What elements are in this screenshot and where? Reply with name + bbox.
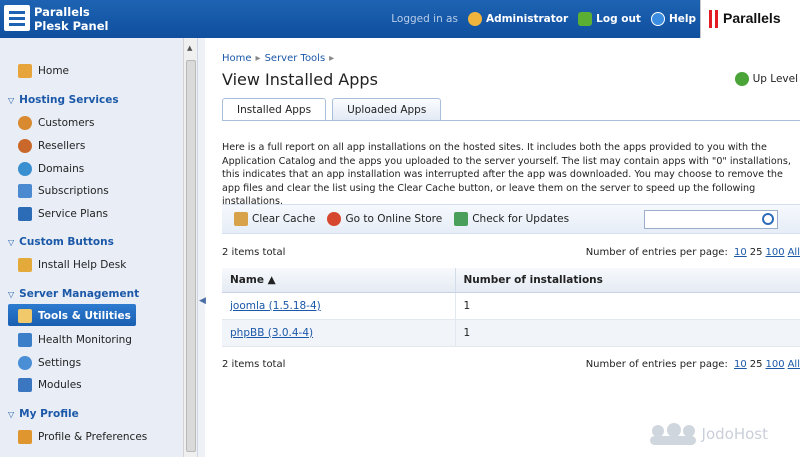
items-total: 2 items total: [222, 247, 286, 258]
help-icon: [650, 12, 665, 26]
collapse-arrow-icon: ▽: [8, 409, 15, 419]
clear-cache-button[interactable]: Clear Cache: [234, 212, 315, 226]
updates-icon: [454, 212, 469, 226]
sidebar-item-settings[interactable]: Settings: [18, 356, 81, 370]
items-total: 2 items total: [222, 359, 286, 370]
breadcrumb: Home ▸ Server Tools ▸: [222, 53, 335, 64]
sidebar-item-domains[interactable]: Domains: [18, 162, 84, 176]
collapse-arrow-icon: ▽: [8, 237, 15, 247]
sidebar-item-modules[interactable]: Modules: [18, 378, 82, 392]
sidebar-item-tools-utilities[interactable]: Tools & Utilities: [18, 309, 131, 323]
broom-icon: [234, 212, 248, 226]
sidebar-item-health-monitoring[interactable]: Health Monitoring: [18, 333, 132, 347]
page-title: View Installed Apps: [222, 70, 378, 89]
domains-icon: [18, 162, 32, 176]
per-page-100[interactable]: 100: [766, 359, 785, 370]
installations-count: 1: [455, 292, 800, 320]
per-page-10[interactable]: 10: [734, 247, 747, 258]
top-header: Parallels Plesk Panel Logged in as Admin…: [0, 0, 800, 38]
help-desk-icon: [18, 258, 32, 272]
sidebar-section-custom-buttons[interactable]: ▽ Custom Buttons: [8, 236, 114, 248]
per-page-100[interactable]: 100: [766, 247, 785, 258]
home-icon: [18, 64, 32, 78]
user-link[interactable]: Administrator: [467, 12, 568, 26]
app-link-joomla[interactable]: joomla (1.5.18-4): [230, 300, 321, 312]
app-link-phpbb[interactable]: phpBB (3.0.4-4): [230, 327, 313, 339]
modules-icon: [18, 378, 32, 392]
up-level-arrow-icon: [734, 72, 749, 86]
store-icon: [327, 212, 342, 226]
column-header-name[interactable]: Name ▲: [222, 268, 456, 293]
search-input[interactable]: [645, 211, 757, 228]
sidebar-item-home[interactable]: Home: [18, 64, 69, 78]
main-content: Home ▸ Server Tools ▸ View Installed Apps U…: [205, 38, 800, 457]
check-updates-button[interactable]: Check for Updates: [454, 212, 569, 226]
sidebar-scrollbar[interactable]: ▲: [183, 38, 197, 457]
user-icon: [467, 12, 482, 26]
toolbar: Clear Cache Go to Online Store Check for…: [222, 204, 800, 234]
per-page-25: 25: [749, 359, 763, 370]
scroll-up-arrow-icon[interactable]: ▲: [187, 44, 192, 52]
sidebar-section-my-profile[interactable]: ▽ My Profile: [8, 408, 79, 420]
subscriptions-icon: [18, 184, 32, 198]
collapse-arrow-icon: ▽: [8, 95, 15, 105]
people-logo-icon: [649, 423, 696, 445]
sidebar: Home ▽ Hosting Services Customers Reselle…: [0, 38, 183, 457]
tab-uploaded-apps[interactable]: Uploaded Apps: [332, 98, 442, 120]
plesk-logo-icon: [4, 5, 30, 31]
per-page-10[interactable]: 10: [734, 359, 747, 370]
sidebar-item-customers[interactable]: Customers: [18, 116, 94, 130]
sidebar-item-subscriptions[interactable]: Subscriptions: [18, 184, 109, 198]
search-icon[interactable]: [762, 213, 774, 225]
sidebar-item-resellers[interactable]: Resellers: [18, 139, 85, 153]
customers-icon: [18, 116, 32, 130]
scrollbar-thumb[interactable]: [186, 60, 196, 452]
table-row: phpBB (3.0.4-4) 1: [222, 319, 800, 347]
page-description: Here is a full report on all app install…: [222, 142, 791, 207]
sidebar-collapse-handle[interactable]: ◀: [197, 38, 206, 457]
up-level-link[interactable]: Up Level: [734, 72, 798, 86]
breadcrumb-server-tools[interactable]: Server Tools: [265, 53, 326, 64]
per-page-25: 25: [749, 247, 763, 258]
parallels-brand-logo: Parallels: [700, 0, 800, 38]
breadcrumb-home[interactable]: Home: [222, 53, 252, 64]
resellers-icon: [18, 139, 32, 153]
service-plans-icon: [18, 207, 32, 221]
search-box: [644, 210, 778, 229]
list-summary-bottom: 2 items total Number of entries per page…: [222, 359, 800, 370]
help-link[interactable]: Help: [650, 12, 696, 26]
logged-in-label: Logged in as: [391, 13, 458, 25]
sidebar-item-service-plans[interactable]: Service Plans: [18, 207, 108, 221]
app-logo-title: Parallels Plesk Panel: [34, 5, 109, 33]
collapse-arrow-icon: ▽: [8, 289, 15, 299]
logout-icon: [578, 12, 593, 26]
logout-link[interactable]: Log out: [578, 12, 641, 26]
installations-count: 1: [455, 319, 800, 347]
sidebar-item-profile-preferences[interactable]: Profile & Preferences: [18, 430, 147, 444]
pager-top: Number of entries per page: 10 25 100 All: [585, 247, 800, 258]
jodohost-watermark: JodoHost: [649, 423, 768, 445]
sidebar-section-hosting-services[interactable]: ▽ Hosting Services: [8, 94, 119, 106]
health-monitoring-icon: [18, 333, 32, 347]
pager-bottom: Number of entries per page: 10 25 100 All: [585, 359, 800, 370]
list-summary-top: 2 items total Number of entries per page…: [222, 247, 800, 258]
column-header-installations: Number of installations: [455, 268, 800, 293]
settings-gear-icon: [18, 356, 32, 370]
sidebar-item-install-help-desk[interactable]: Install Help Desk: [18, 258, 126, 272]
sidebar-section-server-management[interactable]: ▽ Server Management: [8, 288, 139, 300]
tab-installed-apps[interactable]: Installed Apps: [222, 98, 327, 120]
online-store-button[interactable]: Go to Online Store: [327, 212, 442, 226]
installed-apps-table: Name ▲ Number of installations joomla (1…: [222, 268, 800, 347]
per-page-all[interactable]: All: [788, 359, 800, 370]
table-row: joomla (1.5.18-4) 1: [222, 292, 800, 320]
per-page-all[interactable]: All: [788, 247, 800, 258]
tools-icon: [18, 309, 32, 323]
profile-icon: [18, 430, 32, 444]
